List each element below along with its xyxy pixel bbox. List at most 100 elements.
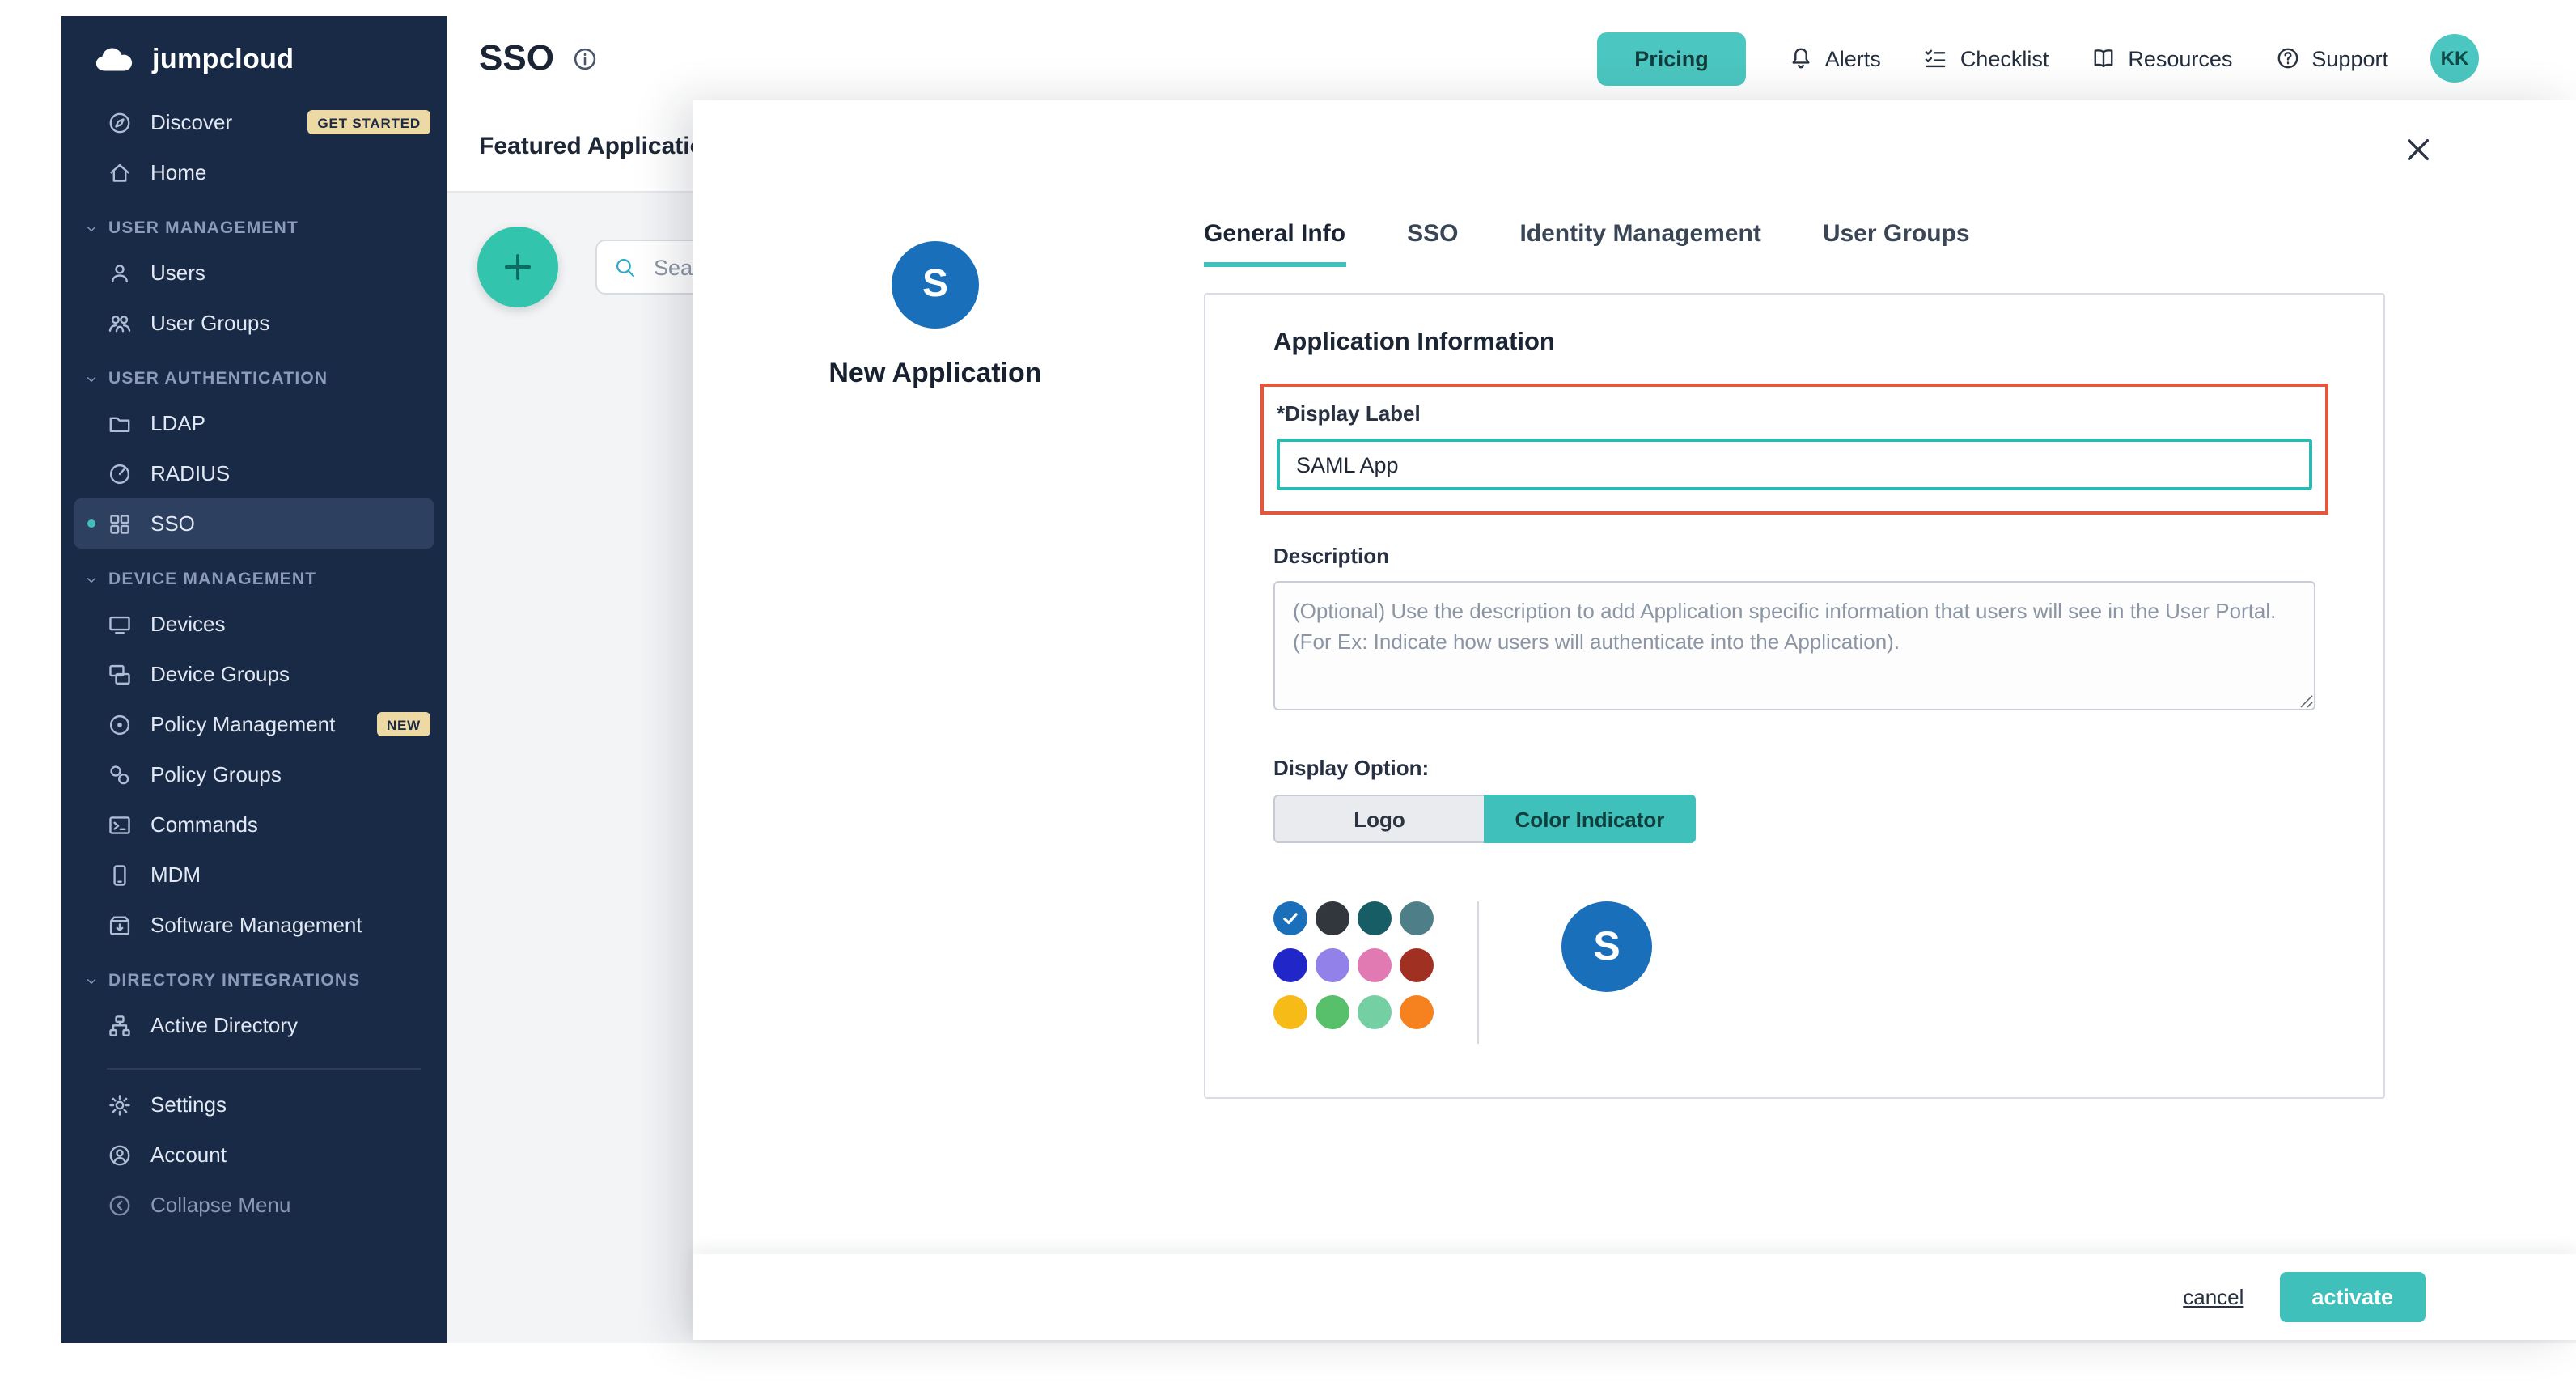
policy-management-icon	[107, 711, 133, 737]
cloud-logo-icon	[94, 45, 138, 74]
color-swatch-6[interactable]	[1316, 948, 1349, 982]
collapse-icon	[107, 1192, 133, 1218]
settings-icon	[107, 1092, 133, 1117]
sidebar-item-radius[interactable]: RADIUS	[61, 448, 447, 498]
tab-sso[interactable]: SSO	[1407, 220, 1458, 267]
sidebar-item-policy-groups[interactable]: Policy Groups	[61, 749, 447, 799]
sidebar-item-label: Commands	[150, 812, 258, 837]
avatar[interactable]: KK	[2430, 34, 2479, 83]
section-label: USER MANAGEMENT	[108, 218, 299, 238]
sidebar-item-settings[interactable]: Settings	[61, 1079, 447, 1130]
color-swatch-9[interactable]	[1273, 995, 1307, 1029]
sso-icon	[107, 511, 133, 536]
add-application-button[interactable]	[477, 227, 558, 307]
info-icon[interactable]	[572, 45, 600, 72]
sidebar-item-label: Collapse Menu	[150, 1193, 290, 1217]
sidebar-item-active-directory[interactable]: Active Directory	[61, 1000, 447, 1050]
color-swatch-12[interactable]	[1400, 995, 1434, 1029]
sidebar-item-software-management[interactable]: Software Management	[61, 900, 447, 950]
modal-footer: cancel activate	[693, 1254, 2576, 1340]
sidebar-item-ldap[interactable]: LDAP	[61, 398, 447, 448]
color-swatch-8[interactable]	[1400, 948, 1434, 982]
color-swatch-11[interactable]	[1358, 995, 1392, 1029]
display-option-color-indicator[interactable]: Color Indicator	[1484, 795, 1696, 843]
policy-groups-icon	[107, 761, 133, 787]
sidebar-item-sso[interactable]: SSO	[74, 498, 434, 549]
chevron-down-icon	[84, 973, 99, 988]
sidebar-section-user-authentication[interactable]: USER AUTHENTICATION	[61, 348, 447, 398]
sidebar-item-mdm[interactable]: MDM	[61, 850, 447, 900]
sidebar-item-commands[interactable]: Commands	[61, 799, 447, 850]
checklist-icon	[1923, 45, 1949, 71]
chevron-down-icon	[84, 371, 99, 386]
sidebar-item-home[interactable]: Home	[61, 147, 447, 197]
header-checklist[interactable]: Checklist	[1923, 45, 2049, 71]
color-swatch-4[interactable]	[1400, 901, 1434, 935]
activate-button[interactable]: activate	[2279, 1272, 2426, 1322]
software-icon	[107, 912, 133, 938]
header-support[interactable]: Support	[2274, 45, 2388, 71]
color-swatch-7[interactable]	[1358, 948, 1392, 982]
badge-get-started: GET STARTED	[308, 110, 431, 134]
jumpcloud-logo[interactable]: jumpcloud	[61, 16, 447, 97]
cancel-link[interactable]: cancel	[2183, 1285, 2243, 1309]
sidebar-item-label: Account	[150, 1142, 227, 1167]
card-title: Application Information	[1273, 329, 2315, 358]
display-label-input[interactable]	[1277, 439, 2312, 490]
check-icon	[1280, 908, 1301, 929]
description-textarea[interactable]	[1273, 581, 2315, 710]
tab-user-groups[interactable]: User Groups	[1823, 220, 1970, 267]
commands-icon	[107, 812, 133, 837]
app-identity: S New Application	[693, 241, 1178, 390]
bell-icon	[1788, 45, 1814, 71]
sidebar-item-collapse-menu[interactable]: Collapse Menu	[61, 1180, 447, 1230]
sidebar-item-device-groups[interactable]: Device Groups	[61, 649, 447, 699]
tab-identity-management[interactable]: Identity Management	[1519, 220, 1760, 267]
color-swatch-2[interactable]	[1316, 901, 1349, 935]
color-swatch-5[interactable]	[1273, 948, 1307, 982]
account-icon	[107, 1142, 133, 1168]
sidebar-item-users[interactable]: Users	[61, 248, 447, 298]
display-label-highlight: *Display Label	[1260, 384, 2328, 515]
sidebar-item-user-groups[interactable]: User Groups	[61, 298, 447, 348]
new-application-panel: S New Application General Info SSO Identit…	[693, 100, 2576, 1340]
sidebar-item-discover[interactable]: DiscoverGET STARTED	[61, 97, 447, 147]
header-resources[interactable]: Resources	[2091, 45, 2232, 71]
description-label: Description	[1273, 544, 2315, 568]
users-icon	[107, 260, 133, 286]
app-initial-badge: S	[892, 241, 979, 329]
sidebar-item-account[interactable]: Account	[61, 1130, 447, 1180]
chevron-down-icon	[84, 221, 99, 235]
page-title: SSO	[479, 37, 554, 79]
sidebar-item-label: LDAP	[150, 411, 205, 435]
sidebar-item-label: Policy Groups	[150, 762, 282, 786]
header-alerts[interactable]: Alerts	[1788, 45, 1881, 71]
support-icon	[2274, 45, 2300, 71]
sidebar: jumpcloud DiscoverGET STARTEDHome USER MA…	[61, 16, 447, 1343]
color-swatch-1[interactable]	[1273, 901, 1307, 935]
swatch-divider	[1477, 901, 1479, 1044]
modal-close-button[interactable]	[2398, 133, 2437, 172]
sidebar-section-user-management[interactable]: USER MANAGEMENT	[61, 197, 447, 248]
sidebar-item-devices[interactable]: Devices	[61, 599, 447, 649]
sidebar-item-label: Settings	[150, 1092, 227, 1117]
sidebar-section-directory-integrations[interactable]: DIRECTORY INTEGRATIONS	[61, 950, 447, 1000]
mdm-icon	[107, 862, 133, 888]
search-icon	[613, 255, 638, 279]
plus-icon	[500, 249, 536, 285]
header-nav-label: Alerts	[1825, 46, 1881, 70]
sidebar-item-policy-management[interactable]: Policy ManagementNEW	[61, 699, 447, 749]
color-swatch-grid	[1273, 901, 1434, 1029]
header-nav: Alerts Checklist Resources Support	[1788, 45, 2388, 71]
section-label: DEVICE MANAGEMENT	[108, 570, 316, 589]
tab-general-info[interactable]: General Info	[1204, 220, 1345, 267]
display-option-logo[interactable]: Logo	[1273, 795, 1484, 843]
sidebar-section-device-management[interactable]: DEVICE MANAGEMENT	[61, 549, 447, 599]
section-label: DIRECTORY INTEGRATIONS	[108, 971, 361, 990]
color-swatch-10[interactable]	[1316, 995, 1349, 1029]
app-window: jumpcloud DiscoverGET STARTEDHome USER MA…	[0, 0, 2576, 1382]
pricing-button[interactable]: Pricing	[1597, 32, 1746, 85]
header-right: Pricing AlertsChecklistResourcesSupport …	[1597, 32, 2479, 85]
user-groups-icon	[107, 310, 133, 336]
color-swatch-3[interactable]	[1358, 901, 1392, 935]
